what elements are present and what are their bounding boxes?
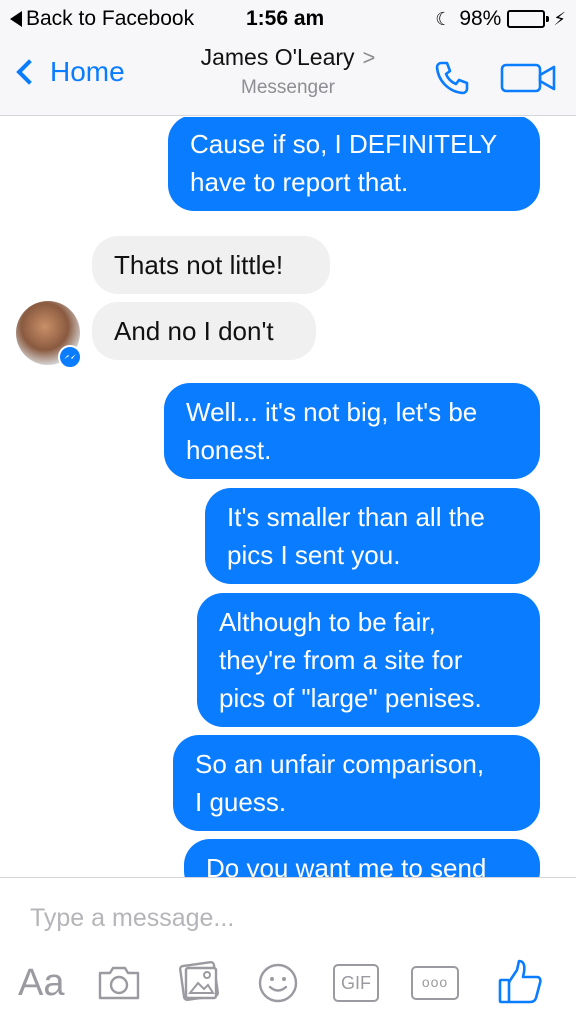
back-to-facebook-label: Back to Facebook [26,7,195,30]
more-icon[interactable]: ooo [411,966,459,1000]
message-bubble-outgoing[interactable]: Cause if so, I DEFINITELY have to report… [168,117,540,211]
status-bar: Back to Facebook 1:56 am ☾ 98% ⚡ [0,0,576,38]
message-bubble-outgoing[interactable]: Although to be fair, they're from a site… [197,593,540,727]
phone-icon[interactable] [432,58,472,98]
do-not-disturb-icon: ☾ [435,8,452,29]
contact-name-row: James O'Leary > [150,44,426,71]
nav-bar: Home James O'Leary > Messenger [0,38,576,116]
conversation-subtitle: Messenger [241,77,335,98]
gif-icon[interactable]: GIF [333,964,379,1002]
status-indicators: ☾ 98% ⚡ [435,7,566,31]
battery-percent: 98% [459,7,502,30]
chevron-left-icon [16,59,42,85]
camera-icon[interactable] [96,964,142,1002]
gallery-icon[interactable] [176,960,222,1004]
back-triangle-icon [10,11,22,27]
contact-name: James O'Leary [200,44,355,70]
like-icon[interactable] [496,958,544,1006]
message-composer: Type a message... Aa GIF ooo [0,877,576,1024]
chevron-right-icon: > [362,45,376,70]
charging-icon: ⚡ [553,8,566,29]
message-thread[interactable]: Cause if so, I DEFINITELY have to report… [0,117,576,877]
back-to-facebook-link[interactable]: Back to Facebook [10,7,194,31]
home-label: Home [50,56,125,87]
conversation-header[interactable]: James O'Leary > Messenger [150,44,426,99]
message-input[interactable]: Type a message... [30,904,234,933]
home-back-button[interactable]: Home [14,56,125,88]
message-bubble-incoming[interactable]: Thats not little! [92,236,330,294]
message-bubble-outgoing[interactable]: Do you want me to send [184,839,540,877]
messenger-badge-icon [58,345,82,369]
message-bubble-outgoing[interactable]: So an unfair comparison, I guess. [173,735,540,831]
battery-icon [507,10,550,28]
emoji-icon[interactable] [257,962,299,1004]
video-camera-icon[interactable] [500,62,558,94]
message-bubble-incoming[interactable]: And no I don't [92,302,316,360]
message-bubble-outgoing[interactable]: Well... it's not big, let's be honest. [164,383,540,479]
status-time: 1:56 am [246,7,325,30]
message-bubble-outgoing[interactable]: It's smaller than all the pics I sent yo… [205,488,540,584]
text-format-icon[interactable]: Aa [18,962,64,1005]
